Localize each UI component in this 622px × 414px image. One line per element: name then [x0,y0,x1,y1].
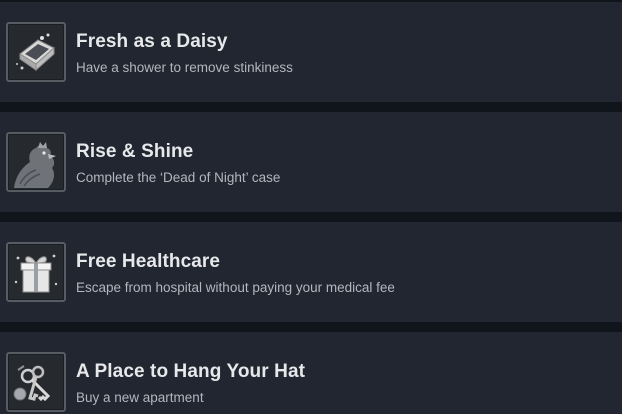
achievement-title: Free Healthcare [76,251,221,272]
achievement-card[interactable]: Rise & Shine Complete the ‘Dead of Night… [0,112,622,212]
achievement-card[interactable]: A Place to Hang Your Hat Buy a new apart… [0,332,622,414]
achievement-list: Fresh as a Daisy Have a shower to remove… [0,0,622,414]
achievement-description: Complete the ‘Dead of Night’ case [76,170,281,185]
achievement-description: Escape from hospital without paying your… [76,280,395,295]
achievement-card[interactable]: Fresh as a Daisy Have a shower to remove… [0,2,622,102]
achievement-description: Have a shower to remove stinkiness [76,60,293,75]
achievement-title: Fresh as a Daisy [76,31,228,52]
keys-icon [6,352,66,412]
gift-icon [6,242,66,302]
bathtub-icon [6,22,66,82]
rooster-icon [6,132,66,192]
achievement-description: Buy a new apartment [76,390,204,405]
achievement-title: A Place to Hang Your Hat [76,361,306,382]
achievement-card[interactable]: Free Healthcare Escape from hospital wit… [0,222,622,322]
achievement-title: Rise & Shine [76,141,194,162]
